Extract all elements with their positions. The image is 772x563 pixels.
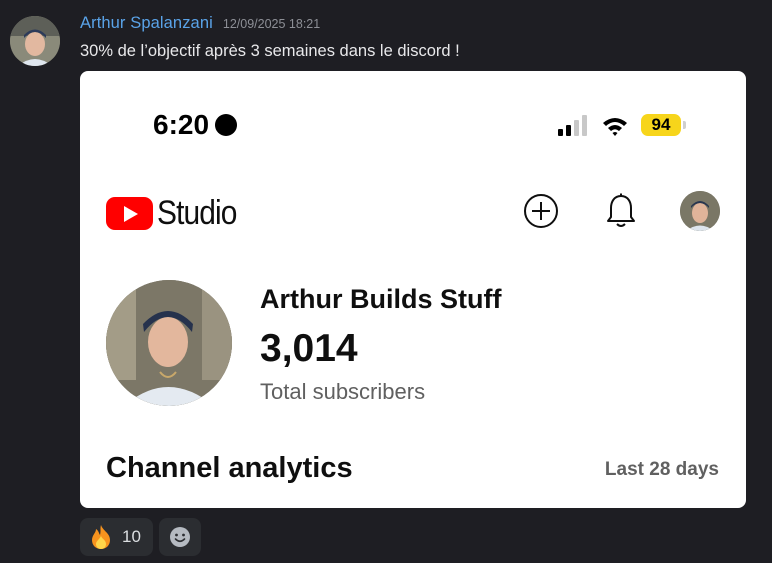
subscriber-count: 3,014 [260,327,358,370]
create-button[interactable] [521,191,561,231]
status-time: 6:20 [153,109,210,140]
message-text: 30% de l’objectif après 3 semaines dans … [80,42,460,60]
reactions-bar: 10 [80,518,201,556]
add-reaction-button[interactable] [158,518,201,556]
studio-header: Studio [80,181,746,241]
notifications-bell-icon [607,193,635,227]
reaction-count: 10 [122,527,141,546]
wifi-icon [603,118,627,136]
author-avatar[interactable] [10,16,60,66]
person-photo-icon [680,191,720,231]
notifications-button[interactable] [601,191,641,231]
youtube-studio-logo[interactable]: Studio [106,194,247,233]
analytics-range[interactable]: Last 28 days [605,459,719,481]
account-avatar[interactable] [680,191,720,231]
channel-profile-photo[interactable] [106,280,232,406]
battery-tip [683,121,686,129]
youtube-play-icon [106,197,153,230]
chat-message: Arthur Spalanzani 12/09/2025 18:21 30% d… [0,0,772,563]
author-name[interactable]: Arthur Spalanzani [80,14,213,33]
recording-dot-icon [215,114,238,136]
message-timestamp: 12/09/2025 18:21 [222,17,321,31]
cellular-signal-icon [558,115,587,136]
phone-status-bar: 6:20 94 [80,71,746,171]
channel-name: Arthur Builds Stuff [260,284,502,314]
analytics-title: Channel analytics [106,452,353,484]
smiley-add-reaction-icon [169,527,190,547]
image-attachment[interactable]: 6:20 94 Studio Arthur Builds Stuff 3,014… [80,71,746,508]
subscriber-label: Total subscribers [260,379,426,404]
status-clock: 6:20 [153,109,238,141]
create-icon [524,194,558,228]
message-header: Arthur Spalanzani 12/09/2025 18:21 [80,14,320,38]
reaction-fire[interactable]: 10 [80,518,153,556]
battery-indicator: 94 [641,114,689,136]
studio-wordmark: Studio [157,194,237,232]
person-photo-icon [10,16,60,66]
person-photo-icon [106,280,232,406]
fire-emoji [92,525,110,549]
battery-level: 94 [641,114,681,136]
